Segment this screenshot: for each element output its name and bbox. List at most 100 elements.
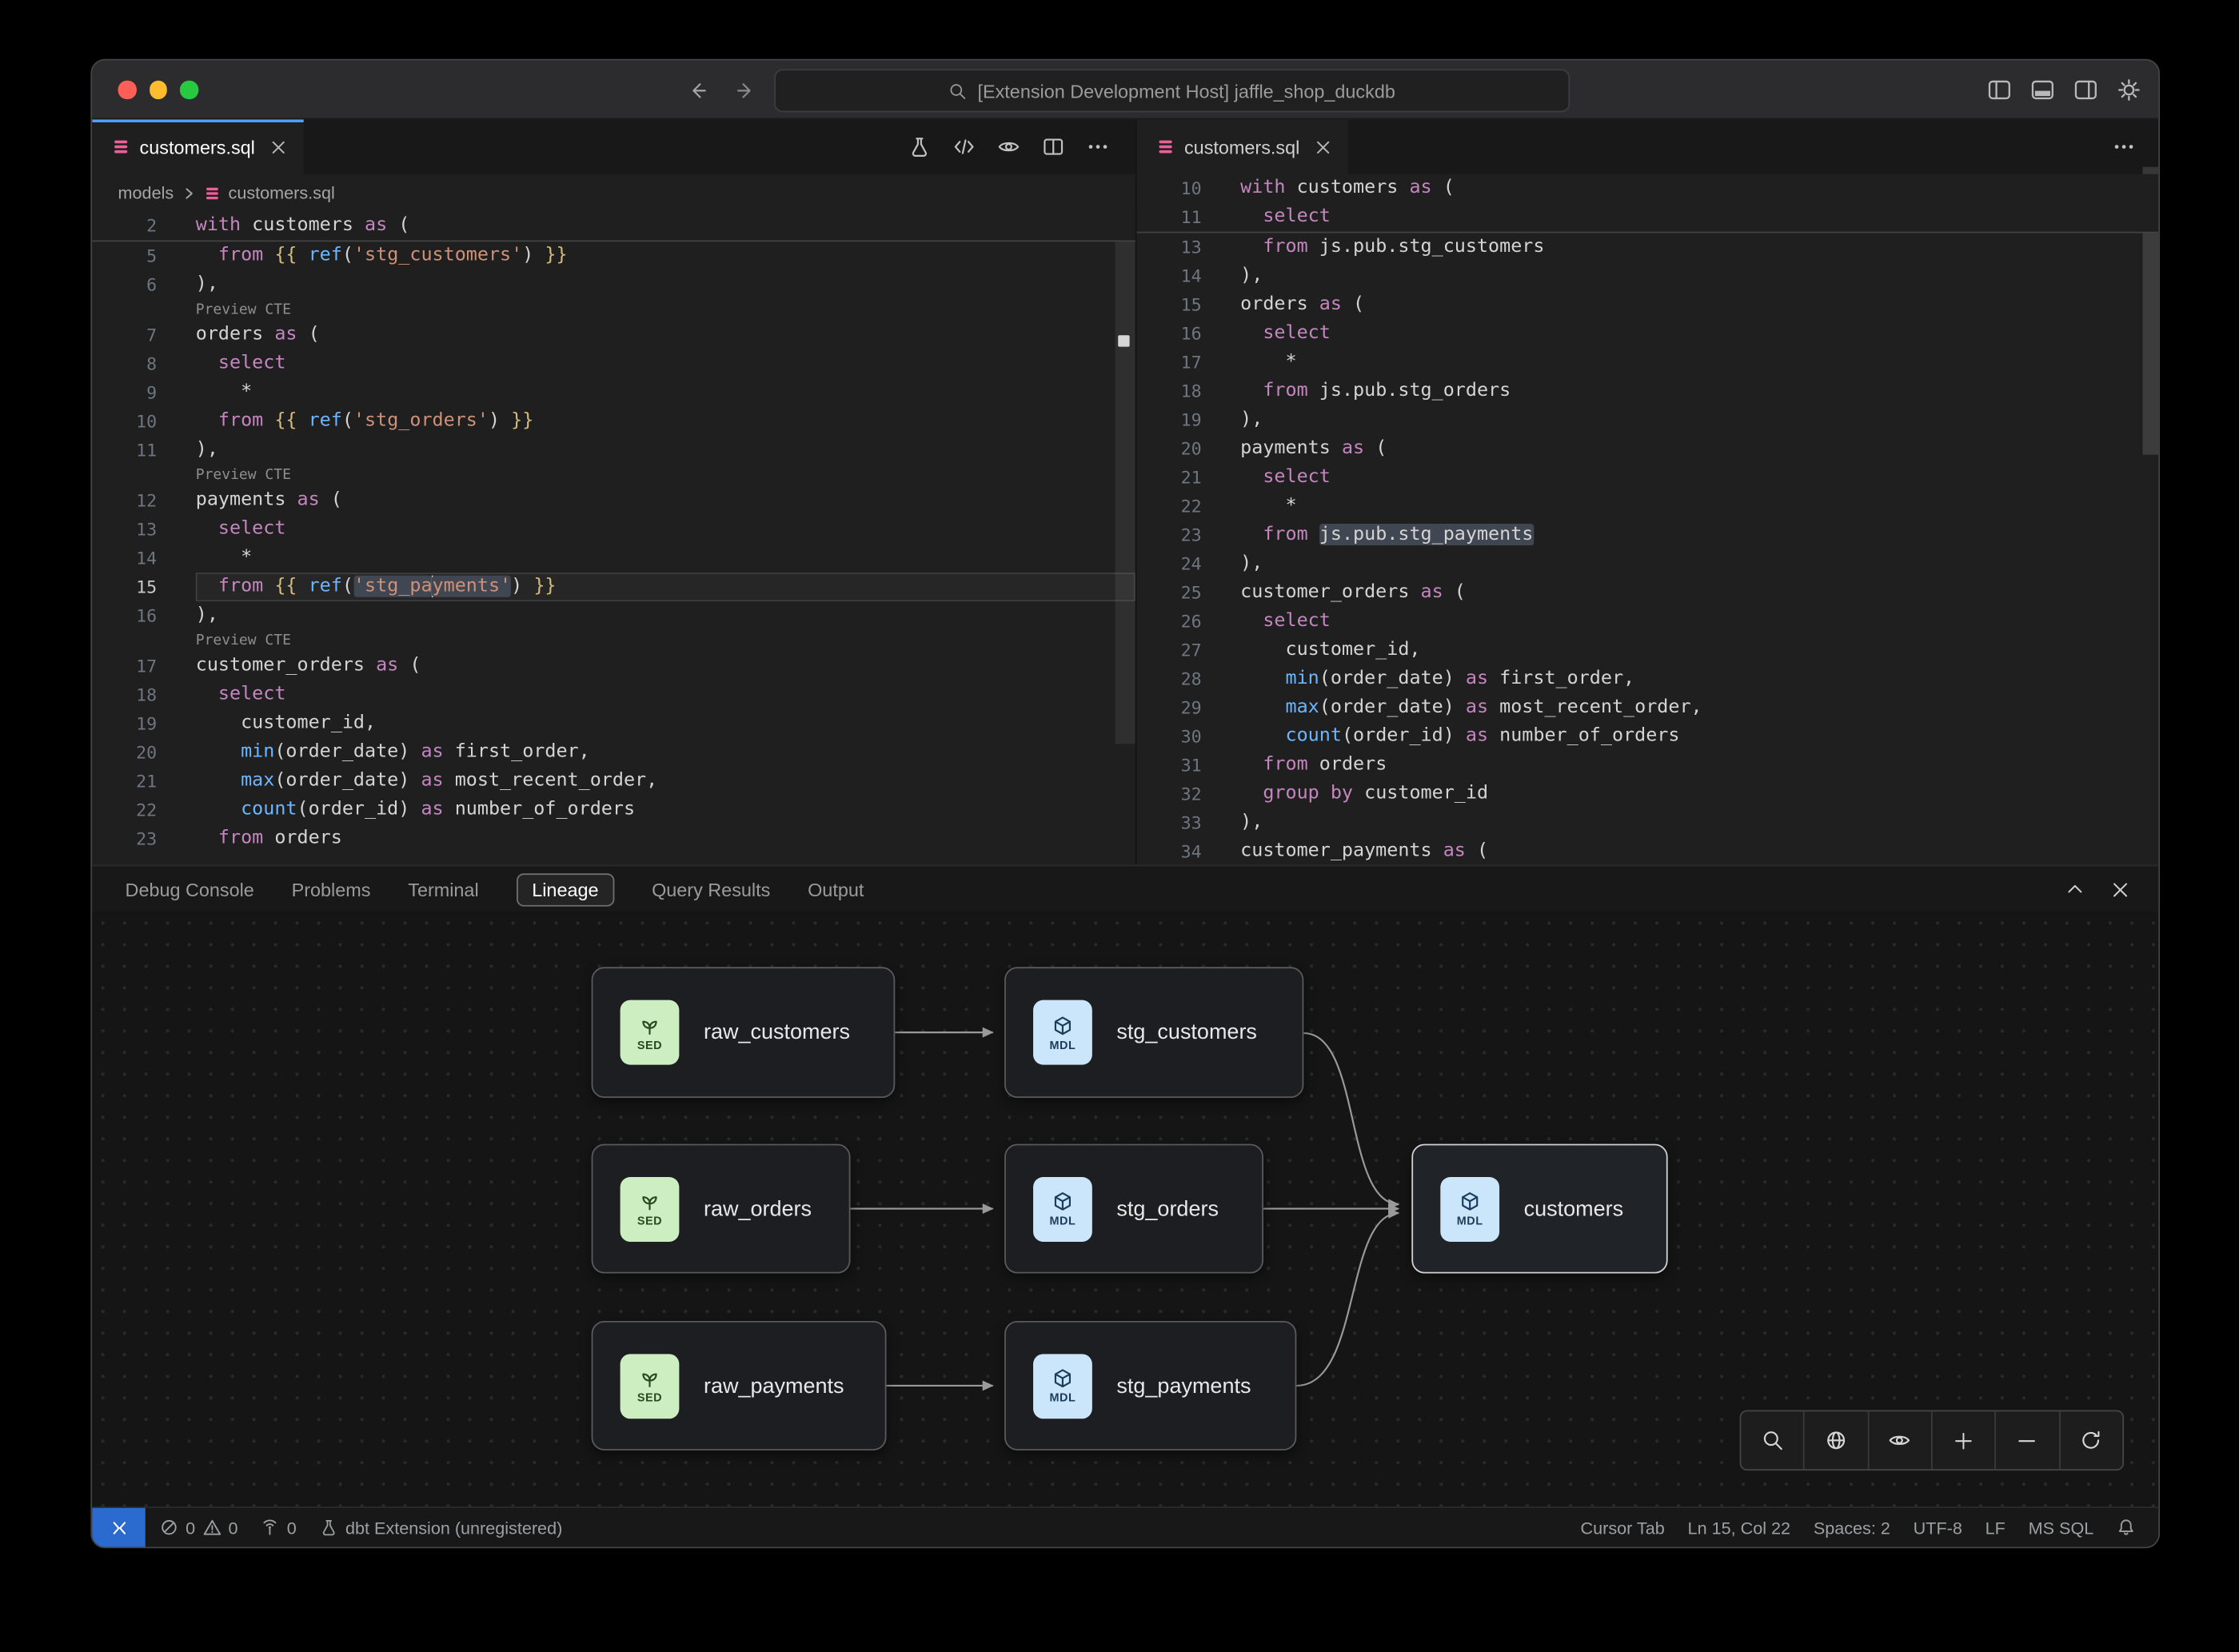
dbt-extension-status-button[interactable]: dbt Extension (unregistered)	[320, 1518, 563, 1538]
lineage-node-stg-customers[interactable]: MDL stg_customers	[1004, 967, 1303, 1098]
cursor-tab-status-button[interactable]: Cursor Tab	[1581, 1518, 1665, 1538]
code-line-14[interactable]: 14 *	[92, 544, 1135, 573]
zoom-window-button[interactable]	[180, 81, 198, 98]
code-line-11[interactable]: 11),	[92, 436, 1135, 465]
code-line-13[interactable]: 13 select	[92, 515, 1135, 544]
code-line-6[interactable]: 6),	[92, 270, 1135, 299]
preview-button[interactable]	[997, 135, 1020, 158]
code-line-12[interactable]: 12payments as (	[92, 486, 1135, 515]
codelens-preview-cte[interactable]: Preview CTE	[92, 465, 1135, 486]
code-line-30[interactable]: 30 count(order_id) as number_of_orders	[1137, 722, 2159, 751]
code-line-8[interactable]: 8 select	[92, 349, 1135, 378]
code-line-33[interactable]: 33),	[1137, 808, 2159, 837]
code-line-15[interactable]: 15orders as (	[1137, 290, 2159, 319]
codelens-preview-cte[interactable]: Preview CTE	[92, 299, 1135, 321]
code-line-18[interactable]: 18 select	[92, 680, 1135, 709]
close-tab-button[interactable]	[271, 139, 287, 155]
search-nodes-button[interactable]	[1741, 1411, 1803, 1469]
execute-dbt-sql-button[interactable]	[908, 135, 931, 158]
split-editor-button[interactable]	[1042, 135, 1065, 158]
breadcrumb[interactable]: models customers.sql	[92, 174, 1135, 212]
zoom-out-button[interactable]	[1995, 1411, 2059, 1469]
cursor-position-button[interactable]: Ln 15, Col 22	[1688, 1518, 1790, 1538]
code-line-17[interactable]: 17customer_orders as (	[92, 652, 1135, 680]
minimize-window-button[interactable]	[149, 81, 166, 98]
ports-status-button[interactable]: 0	[261, 1518, 296, 1538]
refresh-button[interactable]	[2058, 1411, 2122, 1469]
panel-tab-terminal[interactable]: Terminal	[408, 879, 478, 900]
close-window-button[interactable]	[118, 81, 136, 98]
code-line-17[interactable]: 17 *	[1137, 348, 2159, 377]
code-line-23[interactable]: 23 from js.pub.stg_payments	[1137, 521, 2159, 549]
lineage-node-raw-payments[interactable]: SED raw_payments	[592, 1321, 887, 1450]
code-editor-right[interactable]: 10with customers as (11 select 13 from j…	[1137, 174, 2159, 865]
code-line-24[interactable]: 24),	[1137, 549, 2159, 578]
code-line-19[interactable]: 19),	[1137, 405, 2159, 434]
code-line-18[interactable]: 18 from js.pub.stg_orders	[1137, 377, 2159, 405]
toggle-primary-sidebar-button[interactable]	[1987, 78, 2012, 102]
code-line-28[interactable]: 28 min(order_date) as first_order,	[1137, 664, 2159, 693]
command-center-search[interactable]: [Extension Development Host] jaffle_shop…	[774, 69, 1570, 112]
language-mode-button[interactable]: MS SQL	[2029, 1518, 2094, 1538]
breadcrumb-folder[interactable]: models	[118, 183, 174, 203]
code-line-16[interactable]: 16 select	[1137, 319, 2159, 348]
encoding-button[interactable]: UTF-8	[1914, 1518, 1962, 1538]
problems-status-button[interactable]: 0 0	[160, 1518, 238, 1538]
code-line-25[interactable]: 25customer_orders as (	[1137, 578, 2159, 607]
code-line-10[interactable]: 10 from {{ ref('stg_orders') }}	[92, 407, 1135, 436]
close-tab-button[interactable]	[1315, 139, 1331, 155]
eol-button[interactable]: LF	[1986, 1518, 2006, 1538]
code-line-22[interactable]: 22 count(order_id) as number_of_orders	[92, 796, 1135, 824]
code-line-5[interactable]: 5 from {{ ref('stg_customers') }}	[92, 241, 1135, 270]
panel-maximize-button[interactable]	[2065, 879, 2085, 899]
panel-close-button[interactable]	[2111, 880, 2129, 898]
panel-tab-debug-console[interactable]: Debug Console	[126, 879, 254, 900]
code-line-15[interactable]: 15 from {{ ref('stg_payments') }}	[92, 573, 1135, 601]
fit-view-button[interactable]	[1803, 1411, 1867, 1469]
more-actions-button[interactable]	[2113, 119, 2136, 174]
code-line-22[interactable]: 22 *	[1137, 492, 2159, 521]
codelens-preview-cte[interactable]: Preview CTE	[92, 630, 1135, 652]
code-line-14[interactable]: 14),	[1137, 262, 2159, 291]
code-line-2[interactable]: 2with customers as (	[92, 212, 1135, 241]
settings-button[interactable]	[2117, 78, 2141, 102]
panel-tab-lineage[interactable]: Lineage	[516, 872, 614, 905]
code-line-20[interactable]: 20 min(order_date) as first_order,	[92, 738, 1135, 767]
panel-tab-problems[interactable]: Problems	[292, 879, 371, 900]
indentation-button[interactable]: Spaces: 2	[1814, 1518, 1890, 1538]
history-forward-button[interactable]	[727, 61, 764, 120]
toggle-visibility-button[interactable]	[1867, 1411, 1931, 1469]
code-editor-left[interactable]: 2with customers as ( 5 from {{ ref('stg_…	[92, 212, 1135, 854]
lineage-canvas[interactable]: SED raw_customers MDL stg_customers SED …	[92, 912, 2158, 1510]
tab-customers-sql-compiled[interactable]: customers.sql	[1137, 119, 1349, 174]
lineage-node-raw-orders[interactable]: SED raw_orders	[592, 1144, 851, 1274]
compile-sql-button[interactable]	[952, 135, 976, 158]
lineage-node-raw-customers[interactable]: SED raw_customers	[592, 967, 896, 1098]
code-line-29[interactable]: 29 max(order_date) as most_recent_order,	[1137, 693, 2159, 722]
lineage-node-stg-payments[interactable]: MDL stg_payments	[1004, 1321, 1296, 1450]
code-line-7[interactable]: 7orders as (	[92, 321, 1135, 349]
code-line-21[interactable]: 21 select	[1137, 463, 2159, 492]
history-back-button[interactable]	[679, 61, 716, 120]
panel-tab-query-results[interactable]: Query Results	[652, 879, 770, 900]
code-line-13[interactable]: 13 from js.pub.stg_customers	[1137, 233, 2159, 262]
notifications-button[interactable]	[2117, 1518, 2135, 1536]
breadcrumb-file[interactable]: customers.sql	[229, 183, 335, 203]
panel-tab-output[interactable]: Output	[808, 879, 864, 900]
code-line-34[interactable]: 34customer_payments as (	[1137, 837, 2159, 864]
code-line-20[interactable]: 20payments as (	[1137, 434, 2159, 463]
code-line-11[interactable]: 11 select	[1137, 203, 2159, 232]
code-line-27[interactable]: 27 customer_id,	[1137, 636, 2159, 664]
tab-customers-sql[interactable]: customers.sql	[92, 119, 304, 174]
scrollbar-left[interactable]	[1116, 212, 1135, 744]
lineage-node-stg-orders[interactable]: MDL stg_orders	[1004, 1144, 1263, 1274]
code-line-21[interactable]: 21 max(order_date) as most_recent_order,	[92, 767, 1135, 796]
code-line-10[interactable]: 10with customers as (	[1137, 174, 2159, 203]
lineage-node-customers[interactable]: MDL customers	[1411, 1144, 1667, 1274]
code-line-19[interactable]: 19 customer_id,	[92, 709, 1135, 738]
toggle-secondary-sidebar-button[interactable]	[2073, 78, 2098, 102]
code-line-32[interactable]: 32 group by customer_id	[1137, 780, 2159, 808]
code-line-16[interactable]: 16),	[92, 601, 1135, 630]
more-actions-button[interactable]	[1087, 135, 1110, 158]
code-line-26[interactable]: 26 select	[1137, 607, 2159, 636]
